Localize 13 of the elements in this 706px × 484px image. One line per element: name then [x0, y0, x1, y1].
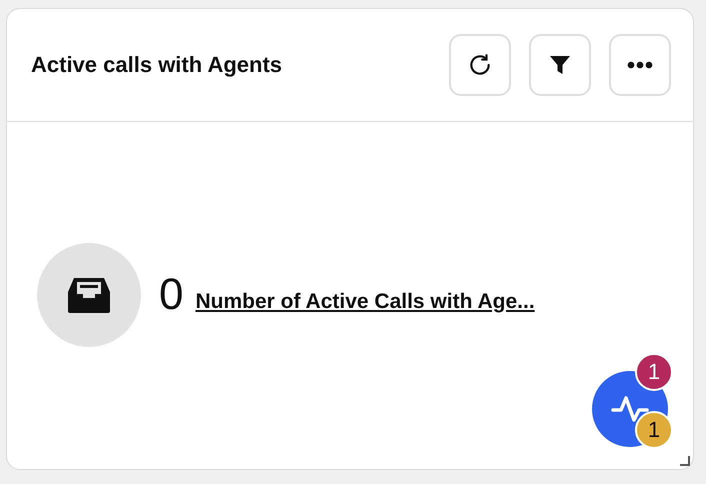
pulse-icon	[610, 394, 650, 424]
widget-title: Active calls with Agents	[31, 52, 284, 78]
metric-link[interactable]: Number of Active Calls with Age...	[195, 290, 535, 314]
inbox-icon	[66, 276, 112, 314]
more-button[interactable]	[609, 34, 671, 96]
filter-icon	[548, 53, 572, 77]
count-badge: 1	[635, 411, 673, 449]
count-badge: 1	[635, 353, 673, 391]
filter-button[interactable]	[529, 34, 591, 96]
more-icon	[627, 61, 653, 69]
resize-handle-icon[interactable]	[680, 456, 690, 466]
metric-value: 0	[159, 270, 184, 320]
refresh-button[interactable]	[449, 34, 511, 96]
